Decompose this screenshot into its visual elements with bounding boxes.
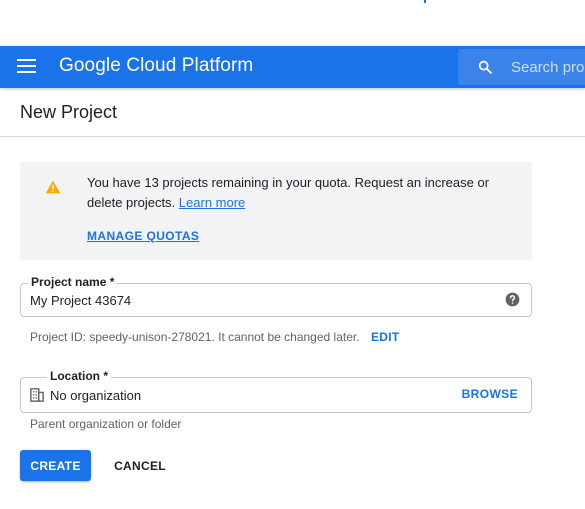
create-button[interactable]: CREATE	[20, 450, 91, 481]
search-icon[interactable]	[477, 59, 493, 75]
quota-notice-text: You have 13 projects remaining in your q…	[87, 173, 507, 213]
brand-title[interactable]: Google Cloud Platform	[59, 55, 253, 77]
divider	[0, 136, 585, 137]
organization-icon	[30, 388, 44, 402]
stray-mark	[424, 0, 426, 3]
search-box[interactable]	[458, 49, 585, 85]
project-name-field[interactable]: Project name *	[20, 275, 532, 317]
warning-icon	[45, 180, 61, 194]
quota-message: You have 13 projects remaining in your q…	[87, 175, 490, 210]
cancel-button[interactable]: CANCEL	[105, 450, 175, 481]
project-name-input[interactable]	[30, 290, 490, 310]
manage-quotas-link[interactable]: MANAGE QUOTAS	[87, 229, 199, 243]
location-hint: Parent organization or folder	[30, 417, 182, 431]
project-name-label: Project name *	[28, 275, 118, 289]
quota-notice: You have 13 projects remaining in your q…	[20, 162, 532, 260]
location-field[interactable]: Location * BROWSE	[20, 369, 532, 413]
page-title: New Project	[20, 102, 118, 122]
location-input[interactable]	[50, 385, 430, 405]
location-label: Location *	[47, 369, 112, 383]
edit-project-id-button[interactable]: EDIT	[371, 330, 400, 344]
project-id-hint: Project ID: speedy-unison-278021. It can…	[30, 330, 360, 344]
browse-button[interactable]: BROWSE	[462, 387, 518, 401]
search-input[interactable]	[511, 56, 585, 78]
top-app-bar: Google Cloud Platform	[0, 46, 585, 88]
help-icon[interactable]	[505, 292, 520, 307]
learn-more-link[interactable]: Learn more	[179, 195, 245, 210]
menu-button[interactable]	[17, 58, 37, 74]
